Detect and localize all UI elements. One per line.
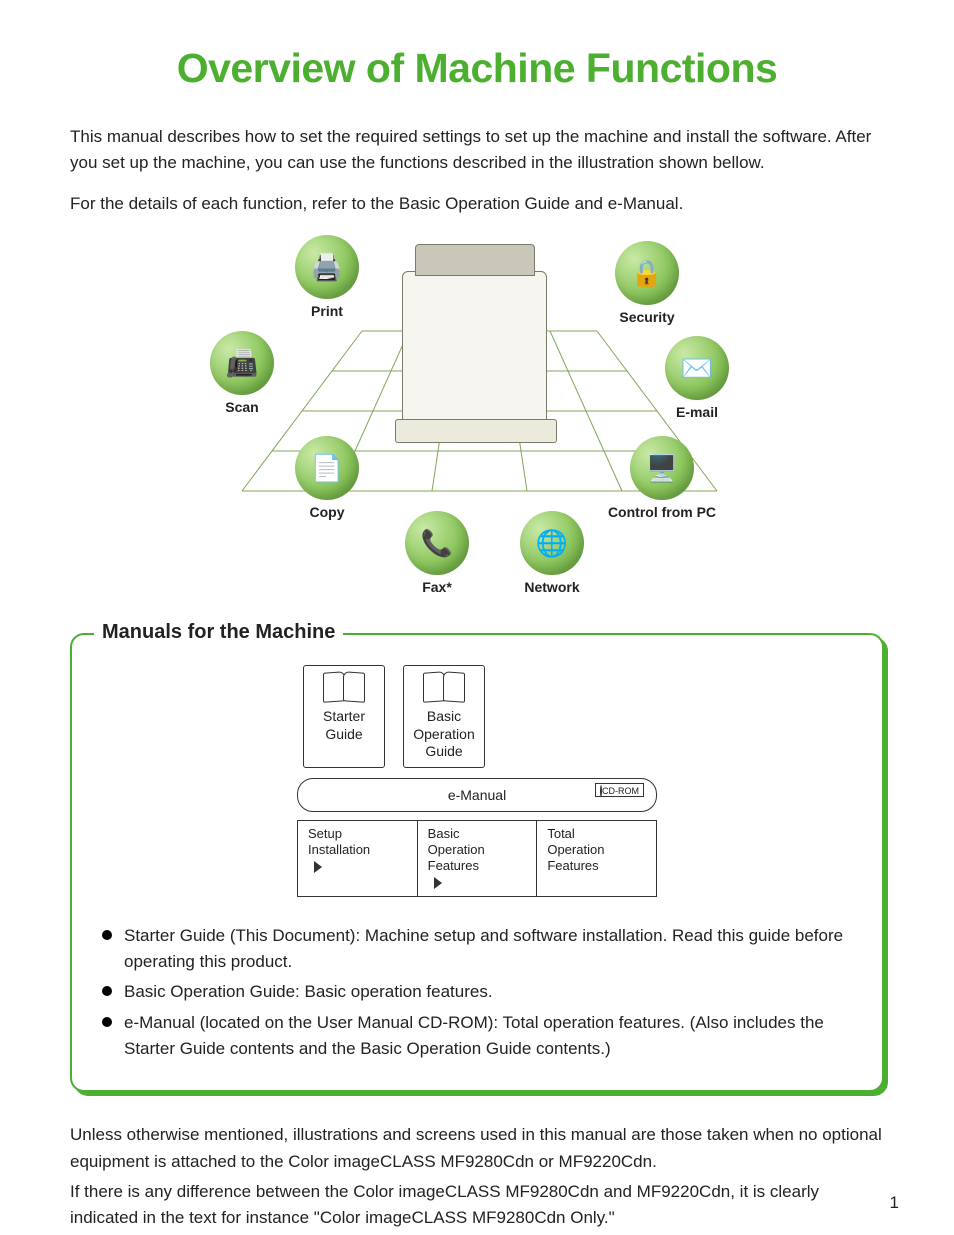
email-icon: ✉️ (665, 336, 729, 400)
scope-basic: Basic Operation Features (418, 821, 538, 896)
function-label: Copy (287, 504, 367, 520)
scope-label: Setup (308, 826, 407, 842)
copy-icon: 📄 (295, 436, 359, 500)
starter-guide-block: Starter Guide (303, 665, 385, 768)
function-fax: 📞 Fax* (397, 511, 477, 595)
cdrom-label: CD-ROM (602, 786, 639, 796)
manuals-heading: Manuals for the Machine (94, 621, 343, 644)
scope-label: Basic (428, 826, 527, 842)
function-label: Scan (202, 399, 282, 415)
guide-label: Guide (312, 726, 376, 744)
page-number: 1 (890, 1193, 899, 1213)
function-security: 🔒 Security (607, 241, 687, 325)
scope-total: Total Operation Features (537, 821, 656, 896)
function-scan: 📠 Scan (202, 331, 282, 415)
function-email: ✉️ E-mail (657, 336, 737, 420)
emanual-label: e-Manual (448, 787, 506, 803)
function-network: 🌐 Network (512, 511, 592, 595)
control-icon: 🖥️ (630, 436, 694, 500)
function-label: E-mail (657, 404, 737, 420)
security-icon: 🔒 (615, 241, 679, 305)
functions-diagram: 🖨️ Print 🔒 Security 📠 Scan ✉️ E-mail 📄 C… (212, 231, 742, 611)
manuals-diagram: Starter Guide Basic Operation Guide e-Ma… (297, 665, 657, 897)
scope-label: Features (547, 858, 646, 874)
function-print: 🖨️ Print (287, 235, 367, 319)
scope-label: Installation (308, 842, 407, 858)
function-label: Security (607, 309, 687, 325)
function-label: Fax* (397, 579, 477, 595)
function-label: Print (287, 303, 367, 319)
guide-label: Starter (312, 708, 376, 726)
footer-paragraph-1: Unless otherwise mentioned, illustration… (70, 1122, 884, 1175)
emanual-bar: e-Manual CD-ROM (297, 778, 657, 812)
scope-setup: Setup Installation (298, 821, 418, 896)
book-icon (423, 672, 465, 702)
guide-label: Basic (412, 708, 476, 726)
function-label: Network (512, 579, 592, 595)
function-label: Control from PC (602, 504, 722, 520)
list-item: Basic Operation Guide: Basic operation f… (102, 979, 858, 1005)
list-item: Starter Guide (This Document): Machine s… (102, 923, 858, 976)
cdrom-icon: CD-ROM (595, 783, 644, 797)
manuals-for-the-machine-box: Manuals for the Machine Starter Guide Ba… (70, 633, 884, 1092)
footer-paragraph-2: If there is any difference between the C… (70, 1179, 884, 1232)
list-item: e-Manual (located on the User Manual CD-… (102, 1010, 858, 1063)
printer-illustration (402, 271, 547, 426)
network-icon: 🌐 (520, 511, 584, 575)
scope-label: Operation (428, 842, 527, 858)
scope-label: Operation (547, 842, 646, 858)
fax-icon: 📞 (405, 511, 469, 575)
basic-operation-guide-block: Basic Operation Guide (403, 665, 485, 768)
scan-icon: 📠 (210, 331, 274, 395)
function-control-from-pc: 🖥️ Control from PC (602, 436, 722, 520)
guide-label: Guide (412, 743, 476, 761)
manuals-bullet-list: Starter Guide (This Document): Machine s… (96, 923, 858, 1063)
scope-label: Features (428, 858, 527, 874)
guide-label: Operation (412, 726, 476, 744)
function-copy: 📄 Copy (287, 436, 367, 520)
intro-paragraph-1: This manual describes how to set the req… (70, 124, 884, 177)
print-icon: 🖨️ (295, 235, 359, 299)
page-title: Overview of Machine Functions (70, 45, 884, 92)
scope-label: Total (547, 826, 646, 842)
intro-paragraph-2: For the details of each function, refer … (70, 191, 884, 217)
emanual-scopes: Setup Installation Basic Operation Featu… (297, 820, 657, 897)
book-icon (323, 672, 365, 702)
